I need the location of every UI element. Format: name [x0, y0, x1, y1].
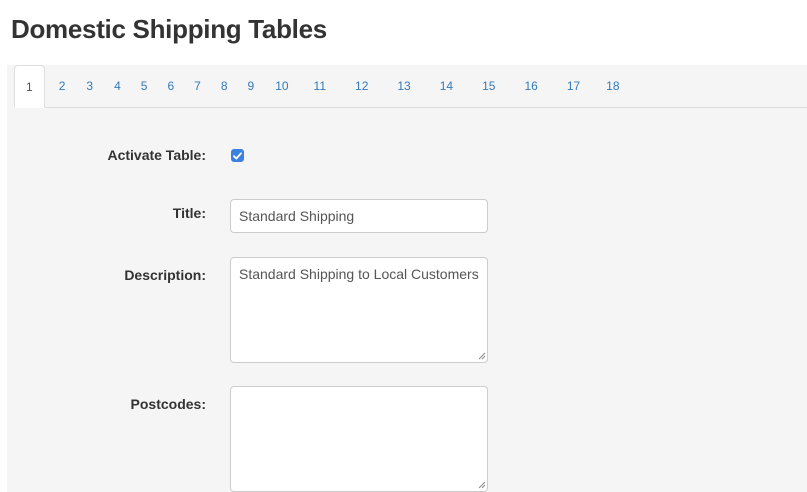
activate-table-label: Activate Table:: [107, 147, 206, 163]
tab-7[interactable]: 7: [186, 65, 209, 107]
tab-18[interactable]: 18: [598, 65, 627, 107]
description-label: Description:: [124, 267, 206, 283]
tab-5[interactable]: 5: [133, 65, 156, 107]
tab-10[interactable]: 10: [267, 65, 296, 107]
postcodes-label: Postcodes:: [130, 396, 206, 412]
description-textarea[interactable]: Standard Shipping to Local Customers: [230, 257, 488, 363]
postcodes-textarea[interactable]: [230, 386, 488, 492]
tab-12[interactable]: 12: [347, 65, 376, 107]
tab-1[interactable]: 1: [14, 65, 45, 108]
resize-grip-icon[interactable]: [477, 351, 486, 360]
resize-grip-icon[interactable]: [477, 480, 486, 489]
shipping-tables-page: Domestic Shipping Tables 1 2 3 4 5 6 7 8…: [0, 0, 807, 492]
tab-9[interactable]: 9: [240, 65, 263, 107]
checkmark-icon: [233, 151, 242, 159]
tab-4[interactable]: 4: [106, 65, 129, 107]
tab-2[interactable]: 2: [51, 65, 74, 107]
tab-13[interactable]: 13: [389, 65, 418, 107]
tab-3[interactable]: 3: [78, 65, 101, 107]
title-label: Title:: [172, 205, 206, 221]
title-input[interactable]: [230, 199, 488, 233]
activate-table-checkbox[interactable]: [231, 149, 244, 162]
tab-6[interactable]: 6: [159, 65, 182, 107]
tab-14[interactable]: 14: [432, 65, 461, 107]
tab-15[interactable]: 15: [474, 65, 503, 107]
tab-17[interactable]: 17: [559, 65, 588, 107]
tab-16[interactable]: 16: [516, 65, 545, 107]
tab-11[interactable]: 11: [306, 65, 334, 107]
tab-8[interactable]: 8: [213, 65, 236, 107]
table-tabs: 1 2 3 4 5 6 7 8 9 10 11 12 13 14 15 16 1…: [14, 65, 807, 108]
page-title: Domestic Shipping Tables: [11, 14, 327, 44]
